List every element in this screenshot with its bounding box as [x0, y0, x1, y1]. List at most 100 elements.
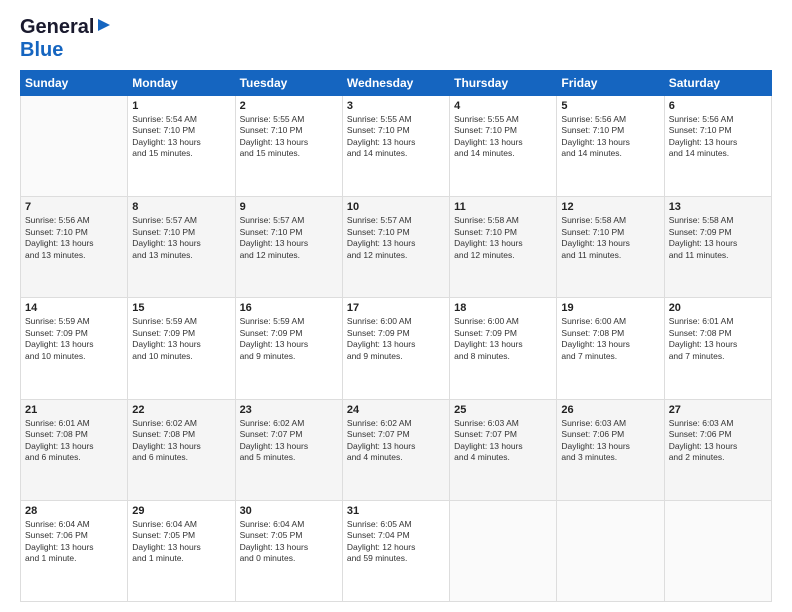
calendar-week-row: 1 Sunrise: 5:54 AM Sunset: 7:10 PM Daylig… — [21, 96, 772, 197]
calendar-cell: 25 Sunrise: 6:03 AM Sunset: 7:07 PM Dayli… — [450, 399, 557, 500]
logo-arrow-icon — [96, 17, 112, 38]
calendar-cell: 6 Sunrise: 5:56 AM Sunset: 7:10 PM Daylig… — [664, 96, 771, 197]
weekday-header-cell: Thursday — [450, 71, 557, 96]
day-info: Sunrise: 6:02 AM Sunset: 7:07 PM Dayligh… — [347, 418, 445, 464]
weekday-header-cell: Tuesday — [235, 71, 342, 96]
weekday-header-cell: Sunday — [21, 71, 128, 96]
day-info: Sunrise: 6:00 AM Sunset: 7:09 PM Dayligh… — [454, 316, 552, 362]
calendar-cell: 12 Sunrise: 5:58 AM Sunset: 7:10 PM Dayli… — [557, 197, 664, 298]
logo: General Blue — [20, 16, 112, 62]
day-number: 27 — [669, 404, 767, 416]
weekday-header-cell: Saturday — [664, 71, 771, 96]
day-info: Sunrise: 6:00 AM Sunset: 7:08 PM Dayligh… — [561, 316, 659, 362]
day-number: 17 — [347, 302, 445, 314]
day-number: 7 — [25, 201, 123, 213]
day-number: 26 — [561, 404, 659, 416]
calendar-cell: 13 Sunrise: 5:58 AM Sunset: 7:09 PM Dayli… — [664, 197, 771, 298]
logo-blue: Blue — [20, 39, 63, 61]
day-info: Sunrise: 5:57 AM Sunset: 7:10 PM Dayligh… — [132, 215, 230, 261]
day-info: Sunrise: 5:59 AM Sunset: 7:09 PM Dayligh… — [25, 316, 123, 362]
day-number: 21 — [25, 404, 123, 416]
day-info: Sunrise: 5:55 AM Sunset: 7:10 PM Dayligh… — [240, 114, 338, 160]
calendar-cell: 28Sunrise: 6:04 AM Sunset: 7:06 PM Dayli… — [21, 500, 128, 601]
day-info: Sunrise: 5:55 AM Sunset: 7:10 PM Dayligh… — [347, 114, 445, 160]
logo-general: General — [20, 16, 94, 39]
day-info: Sunrise: 5:56 AM Sunset: 7:10 PM Dayligh… — [669, 114, 767, 160]
day-number: 25 — [454, 404, 552, 416]
day-number: 31 — [347, 505, 445, 517]
calendar-table: SundayMondayTuesdayWednesdayThursdayFrid… — [20, 70, 772, 602]
calendar-cell: 27 Sunrise: 6:03 AM Sunset: 7:06 PM Dayli… — [664, 399, 771, 500]
calendar-cell: 7 Sunrise: 5:56 AM Sunset: 7:10 PM Daylig… — [21, 197, 128, 298]
calendar-cell: 17 Sunrise: 6:00 AM Sunset: 7:09 PM Dayli… — [342, 298, 449, 399]
weekday-header-cell: Friday — [557, 71, 664, 96]
day-number: 11 — [454, 201, 552, 213]
calendar-cell — [557, 500, 664, 601]
day-number: 28 — [25, 505, 123, 517]
calendar-body: 1 Sunrise: 5:54 AM Sunset: 7:10 PM Daylig… — [21, 96, 772, 602]
calendar-week-row: 7 Sunrise: 5:56 AM Sunset: 7:10 PM Daylig… — [21, 197, 772, 298]
calendar-cell: 5 Sunrise: 5:56 AM Sunset: 7:10 PM Daylig… — [557, 96, 664, 197]
weekday-header-cell: Wednesday — [342, 71, 449, 96]
day-info: Sunrise: 5:58 AM Sunset: 7:10 PM Dayligh… — [454, 215, 552, 261]
calendar-cell: 15 Sunrise: 5:59 AM Sunset: 7:09 PM Dayli… — [128, 298, 235, 399]
day-info: Sunrise: 6:04 AM Sunset: 7:05 PM Dayligh… — [132, 519, 230, 565]
day-info: Sunrise: 5:55 AM Sunset: 7:10 PM Dayligh… — [454, 114, 552, 160]
day-number: 10 — [347, 201, 445, 213]
calendar-cell: 29 Sunrise: 6:04 AM Sunset: 7:05 PM Dayli… — [128, 500, 235, 601]
day-number: 5 — [561, 100, 659, 112]
day-info: Sunrise: 6:05 AM Sunset: 7:04 PM Dayligh… — [347, 519, 445, 565]
day-number: 8 — [132, 201, 230, 213]
day-info: Sunrise: 5:59 AM Sunset: 7:09 PM Dayligh… — [132, 316, 230, 362]
calendar-cell: 11 Sunrise: 5:58 AM Sunset: 7:10 PM Dayli… — [450, 197, 557, 298]
day-info: Sunrise: 5:56 AM Sunset: 7:10 PM Dayligh… — [561, 114, 659, 160]
calendar-cell — [450, 500, 557, 601]
calendar-cell: 21Sunrise: 6:01 AM Sunset: 7:08 PM Dayli… — [21, 399, 128, 500]
weekday-header-cell: Monday — [128, 71, 235, 96]
day-number: 9 — [240, 201, 338, 213]
calendar-cell: 23 Sunrise: 6:02 AM Sunset: 7:07 PM Dayli… — [235, 399, 342, 500]
calendar-cell: 9Sunrise: 5:57 AM Sunset: 7:10 PM Daylig… — [235, 197, 342, 298]
day-info: Sunrise: 6:03 AM Sunset: 7:06 PM Dayligh… — [669, 418, 767, 464]
calendar-cell: 16Sunrise: 5:59 AM Sunset: 7:09 PM Dayli… — [235, 298, 342, 399]
day-number: 6 — [669, 100, 767, 112]
day-info: Sunrise: 5:58 AM Sunset: 7:10 PM Dayligh… — [561, 215, 659, 261]
page: General Blue SundayMondayTuesdayWednesda… — [0, 0, 792, 612]
day-number: 18 — [454, 302, 552, 314]
day-number: 23 — [240, 404, 338, 416]
calendar-cell: 4 Sunrise: 5:55 AM Sunset: 7:10 PM Daylig… — [450, 96, 557, 197]
day-info: Sunrise: 5:56 AM Sunset: 7:10 PM Dayligh… — [25, 215, 123, 261]
day-number: 29 — [132, 505, 230, 517]
day-info: Sunrise: 6:03 AM Sunset: 7:06 PM Dayligh… — [561, 418, 659, 464]
calendar-cell: 2Sunrise: 5:55 AM Sunset: 7:10 PM Daylig… — [235, 96, 342, 197]
calendar-week-row: 21Sunrise: 6:01 AM Sunset: 7:08 PM Dayli… — [21, 399, 772, 500]
calendar-cell: 20 Sunrise: 6:01 AM Sunset: 7:08 PM Dayli… — [664, 298, 771, 399]
day-number: 30 — [240, 505, 338, 517]
calendar-cell: 26 Sunrise: 6:03 AM Sunset: 7:06 PM Dayli… — [557, 399, 664, 500]
weekday-header-row: SundayMondayTuesdayWednesdayThursdayFrid… — [21, 71, 772, 96]
day-info: Sunrise: 5:58 AM Sunset: 7:09 PM Dayligh… — [669, 215, 767, 261]
day-info: Sunrise: 6:02 AM Sunset: 7:08 PM Dayligh… — [132, 418, 230, 464]
day-number: 1 — [132, 100, 230, 112]
calendar-week-row: 14Sunrise: 5:59 AM Sunset: 7:09 PM Dayli… — [21, 298, 772, 399]
day-number: 13 — [669, 201, 767, 213]
day-info: Sunrise: 6:02 AM Sunset: 7:07 PM Dayligh… — [240, 418, 338, 464]
day-info: Sunrise: 6:01 AM Sunset: 7:08 PM Dayligh… — [669, 316, 767, 362]
header: General Blue — [20, 16, 772, 62]
calendar-cell: 10Sunrise: 5:57 AM Sunset: 7:10 PM Dayli… — [342, 197, 449, 298]
day-number: 15 — [132, 302, 230, 314]
calendar-cell: 18 Sunrise: 6:00 AM Sunset: 7:09 PM Dayli… — [450, 298, 557, 399]
day-info: Sunrise: 6:03 AM Sunset: 7:07 PM Dayligh… — [454, 418, 552, 464]
day-info: Sunrise: 6:00 AM Sunset: 7:09 PM Dayligh… — [347, 316, 445, 362]
calendar-cell: 30Sunrise: 6:04 AM Sunset: 7:05 PM Dayli… — [235, 500, 342, 601]
day-number: 12 — [561, 201, 659, 213]
day-number: 20 — [669, 302, 767, 314]
day-number: 3 — [347, 100, 445, 112]
day-number: 16 — [240, 302, 338, 314]
day-info: Sunrise: 5:54 AM Sunset: 7:10 PM Dayligh… — [132, 114, 230, 160]
calendar-cell: 19Sunrise: 6:00 AM Sunset: 7:08 PM Dayli… — [557, 298, 664, 399]
calendar-week-row: 28Sunrise: 6:04 AM Sunset: 7:06 PM Dayli… — [21, 500, 772, 601]
day-number: 4 — [454, 100, 552, 112]
calendar-cell: 8 Sunrise: 5:57 AM Sunset: 7:10 PM Daylig… — [128, 197, 235, 298]
calendar-cell: 14Sunrise: 5:59 AM Sunset: 7:09 PM Dayli… — [21, 298, 128, 399]
